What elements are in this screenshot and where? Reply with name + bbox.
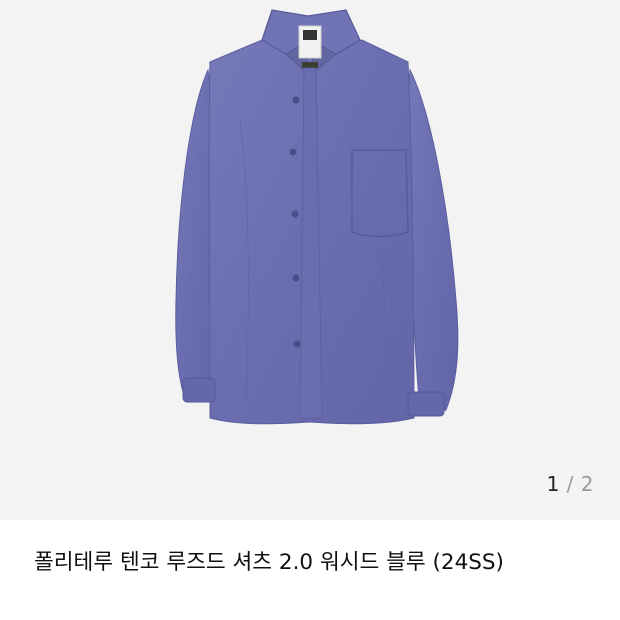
current-page: 1 (546, 472, 560, 496)
product-info: 폴리테루 텐코 루즈드 셔츠 2.0 워시드 블루 (24SS) (0, 520, 620, 620)
product-image-gallery[interactable]: 1 / 2 (0, 0, 620, 520)
product-image[interactable] (0, 0, 620, 520)
page-separator: / (566, 472, 574, 496)
image-page-indicator: 1 / 2 (547, 472, 594, 496)
product-title: 폴리테루 텐코 루즈드 셔츠 2.0 워시드 블루 (24SS) (34, 550, 504, 575)
total-pages: 2 (580, 472, 594, 496)
